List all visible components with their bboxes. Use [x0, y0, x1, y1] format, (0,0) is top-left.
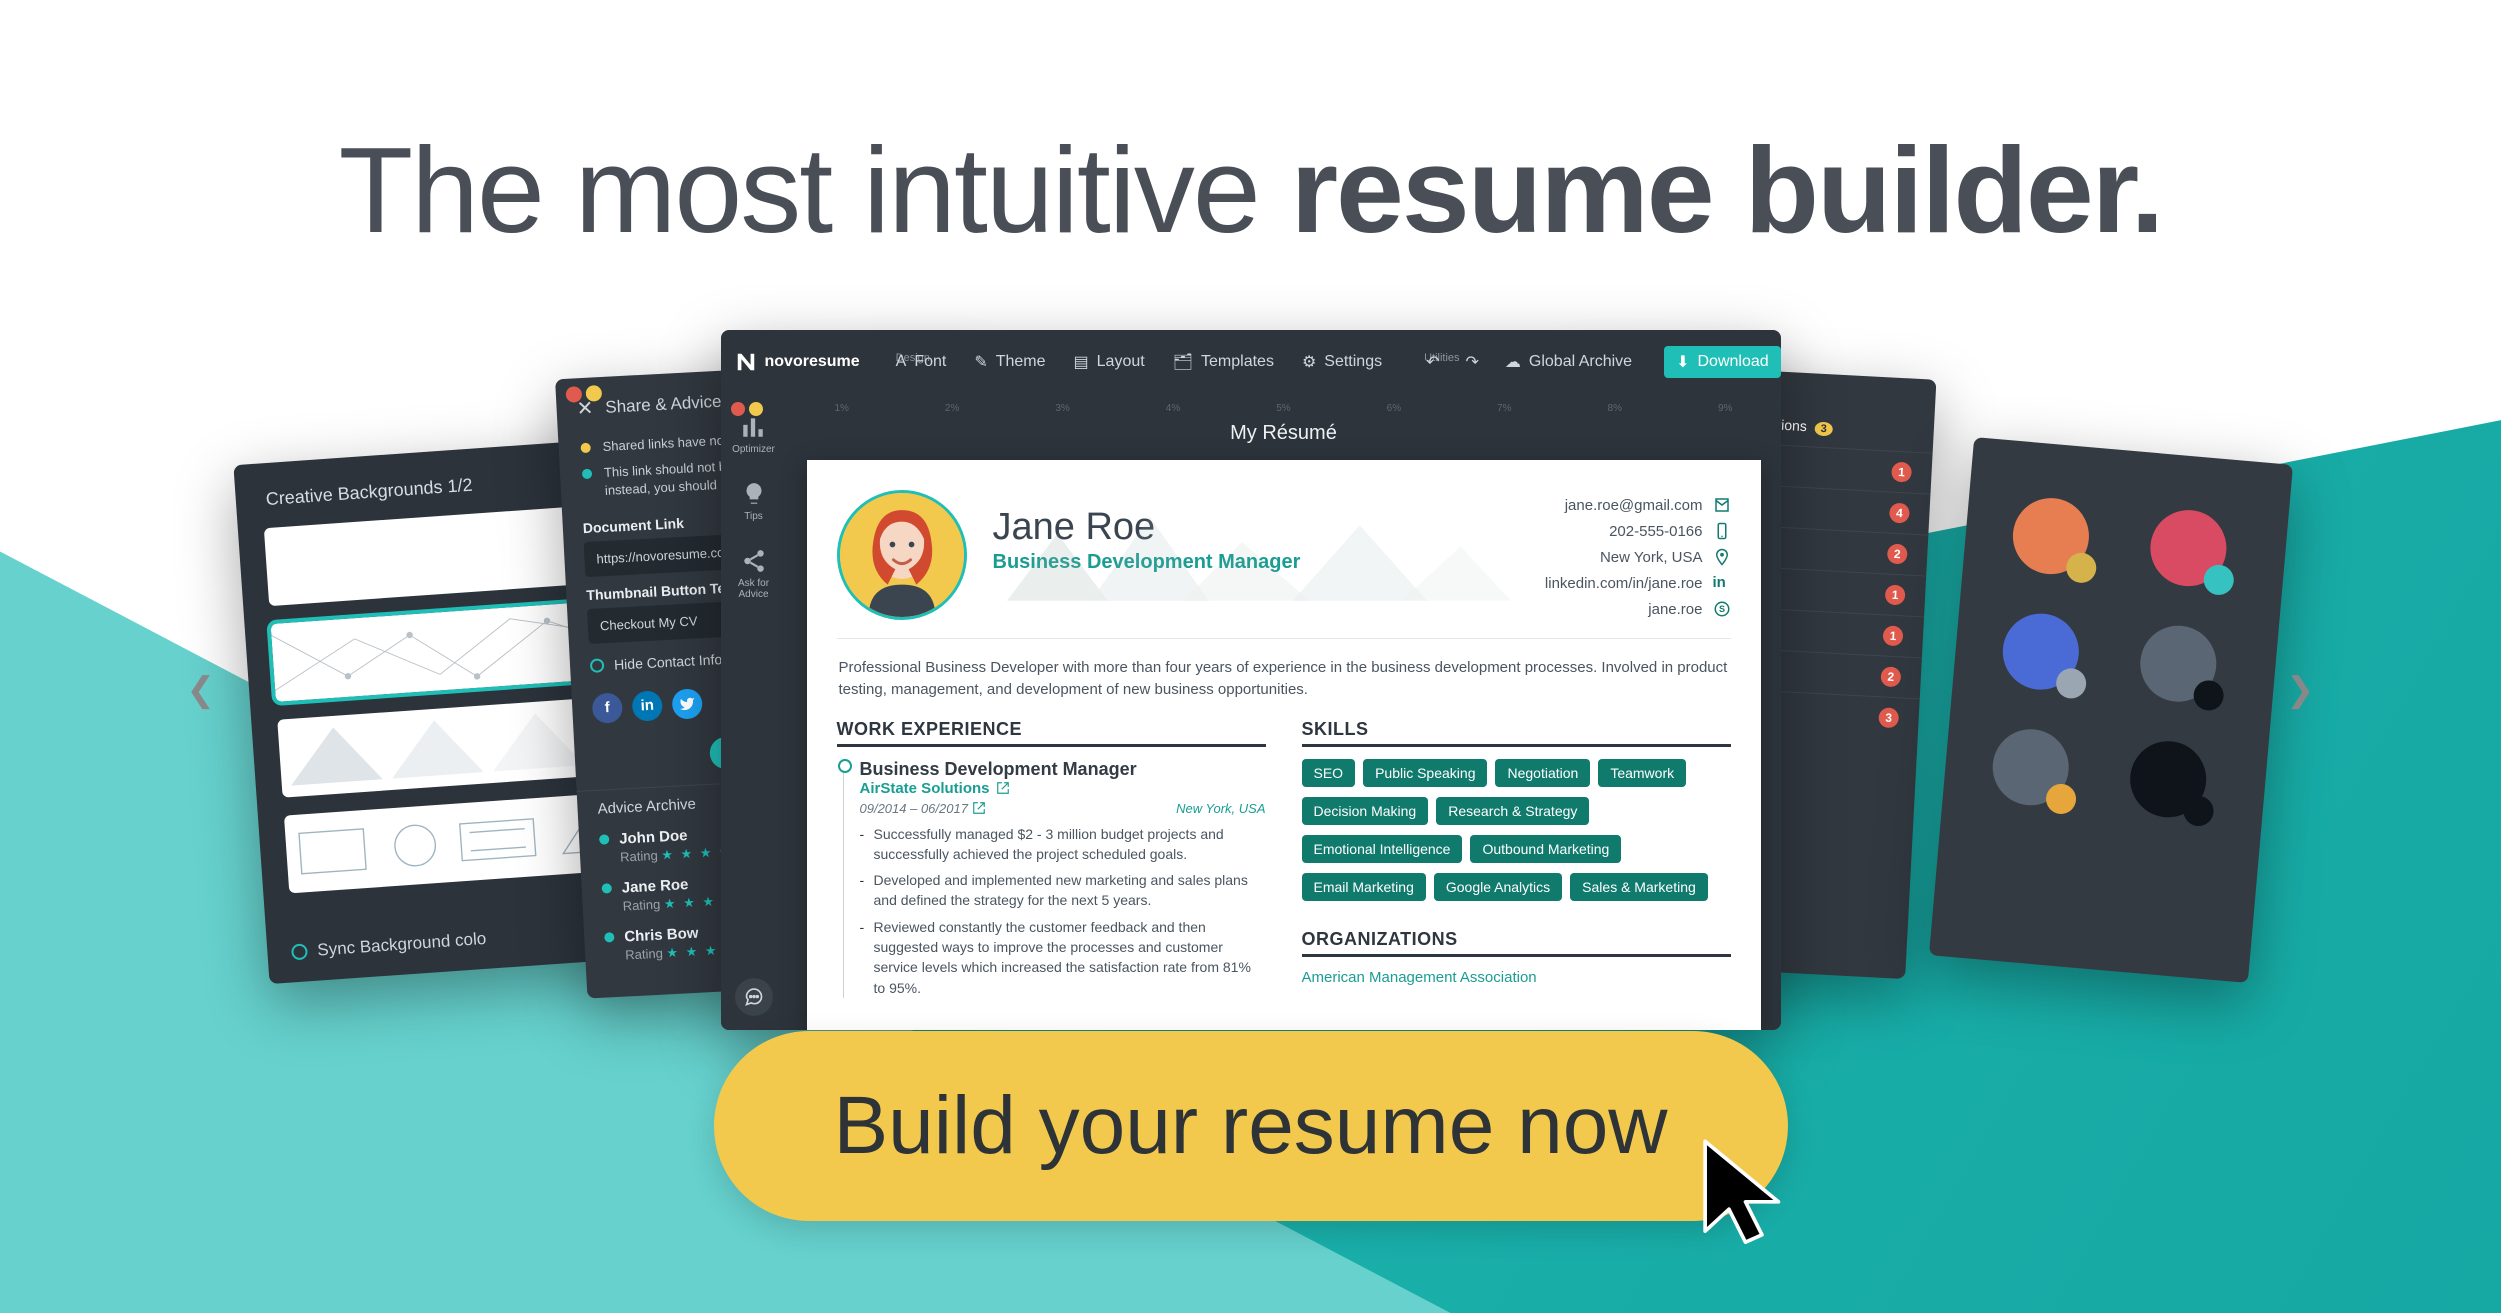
sidebar-optimizer[interactable]: Optimizer — [732, 414, 775, 455]
templates-icon: 🗂 — [1173, 352, 1193, 372]
contact-phone: 202-555-0166 — [1609, 523, 1702, 540]
linkedin-icon: in — [1713, 574, 1731, 592]
cursor-icon — [1696, 1135, 1806, 1265]
header-pattern — [1007, 500, 1511, 601]
toolbar: novoresume Design AFont ✎Theme ▤Layout 🗂… — [721, 330, 1781, 394]
bullet-1: Successfully managed $2 - 3 million budg… — [860, 824, 1266, 865]
settings-button[interactable]: ⚙Settings — [1290, 346, 1394, 378]
org-name: American Management Association — [1302, 969, 1731, 986]
templates-button[interactable]: 🗂Templates — [1161, 346, 1286, 378]
window-dots — [565, 385, 602, 403]
linkedin-icon[interactable]: in — [631, 690, 663, 722]
skill-pill[interactable]: Public Speaking — [1363, 759, 1487, 787]
job-company: AirState Solutions — [860, 780, 1266, 797]
redo-button[interactable]: ↷ — [1454, 346, 1491, 378]
undo-button[interactable]: ↶ — [1414, 346, 1451, 378]
color-swatch[interactable] — [2137, 623, 2219, 705]
contact-location: New York, USA — [1600, 549, 1703, 566]
org-heading: ORGANIZATIONS — [1302, 929, 1731, 957]
cloud-icon: ☁ — [1505, 352, 1521, 372]
download-button[interactable]: ⬇Download — [1664, 346, 1780, 378]
job-location: New York, USA — [1176, 801, 1265, 816]
carousel-prev-icon[interactable]: ❮ — [187, 670, 216, 710]
download-icon: ⬇ — [1676, 352, 1689, 372]
layout-icon: ▤ — [1074, 352, 1089, 372]
contact-email: jane.roe@gmail.com — [1565, 497, 1703, 514]
panel-main-editor: novoresume Design AFont ✎Theme ▤Layout 🗂… — [721, 330, 1781, 1030]
external-link-icon[interactable] — [972, 801, 986, 815]
bullet-2: Developed and implemented new marketing … — [860, 870, 1266, 911]
skill-pill[interactable]: Teamwork — [1598, 759, 1686, 787]
contact-handle: jane.roe — [1648, 601, 1702, 618]
facebook-icon[interactable]: f — [591, 692, 623, 724]
layout-button[interactable]: ▤Layout — [1062, 346, 1157, 378]
svg-text:S: S — [1718, 604, 1724, 614]
app-stack: ❮ ❯ Creative Backgrounds 1/2 Sync Backgr… — [231, 330, 2271, 1030]
share-icon — [741, 548, 767, 574]
twitter-icon[interactable] — [671, 688, 703, 720]
contact-linkedin: linkedin.com/in/jane.roe — [1545, 575, 1703, 592]
contacts: jane.roe@gmail.com 202-555-0166 New York… — [1545, 490, 1731, 620]
headline-bold: resume builder. — [1291, 122, 2163, 258]
resume-document[interactable]: Jane Roe Business Development Manager ja… — [807, 460, 1761, 1030]
window-dots — [731, 402, 763, 416]
sidebar-advice[interactable]: Ask for Advice — [738, 548, 769, 600]
bullet-3: Reviewed constantly the customer feedbac… — [860, 917, 1266, 998]
job-dates: 09/2014 – 06/2017 — [860, 801, 986, 816]
skill-pill[interactable]: Sales & Marketing — [1570, 873, 1708, 901]
location-icon — [1713, 548, 1731, 566]
color-swatch[interactable] — [1989, 726, 2071, 808]
external-link-icon[interactable] — [996, 781, 1010, 795]
color-swatch[interactable] — [2127, 738, 2209, 820]
font-icon: A — [896, 353, 907, 371]
document-title: My Résumé — [787, 422, 1781, 445]
skill-pill[interactable]: Negotiation — [1495, 759, 1590, 787]
bars-icon — [740, 414, 766, 440]
avatar-portrait — [840, 490, 964, 620]
skills-list: SEOPublic Speaking Negotiation Teamwork Dec… — [1302, 759, 1731, 911]
theme-button[interactable]: ✎Theme — [962, 346, 1057, 378]
global-archive-button[interactable]: ☁Global Archive — [1493, 346, 1644, 378]
color-swatch[interactable] — [1999, 610, 2081, 692]
avatar[interactable] — [837, 490, 967, 620]
lightbulb-icon — [741, 481, 767, 507]
resume-summary: Professional Business Developer with mor… — [837, 639, 1731, 719]
headline: The most intuitive resume builder. — [0, 120, 2501, 260]
radio-icon — [290, 943, 307, 960]
job-bullets: Successfully managed $2 - 3 million budg… — [860, 824, 1266, 998]
work-experience-heading: WORK EXPERIENCE — [837, 719, 1266, 747]
brush-icon: ✎ — [974, 352, 987, 372]
phone-icon — [1713, 522, 1731, 540]
radio-icon — [589, 658, 604, 673]
cta-button[interactable]: Build your resume now — [713, 1031, 1787, 1221]
sync-background[interactable]: Sync Background colo — [290, 929, 486, 963]
gear-icon: ⚙ — [1302, 352, 1316, 372]
brand-logo[interactable]: novoresume — [735, 351, 860, 373]
undo-icon: ↶ — [1426, 352, 1439, 372]
skill-pill[interactable]: Decision Making — [1302, 797, 1429, 825]
skill-pill[interactable]: Research & Strategy — [1436, 797, 1589, 825]
color-swatch[interactable] — [2147, 507, 2229, 589]
panel-color-swatches — [1928, 437, 2292, 983]
skills-heading: SKILLS — [1302, 719, 1731, 747]
share-title: Share & Advice — [604, 391, 721, 417]
headline-thin: The most intuitive — [339, 122, 1291, 258]
sidebar-tips[interactable]: Tips — [741, 481, 767, 522]
skill-pill[interactable]: Google Analytics — [1434, 873, 1562, 901]
color-swatch[interactable] — [2009, 495, 2091, 577]
job-title: Business Development Manager — [860, 759, 1266, 780]
redo-icon: ↷ — [1466, 352, 1479, 372]
mail-icon — [1713, 496, 1731, 514]
skill-pill[interactable]: Outbound Marketing — [1470, 835, 1621, 863]
chat-bubble-icon[interactable] — [735, 978, 773, 1016]
ruler: 1%2%3%4%5%6%7%8%9% — [787, 394, 1781, 416]
font-button[interactable]: AFont — [884, 346, 959, 378]
editor-sidebar: Optimizer Tips Ask for Advice — [721, 394, 787, 1030]
logo-icon — [735, 351, 757, 373]
skill-pill[interactable]: Emotional Intelligence — [1302, 835, 1463, 863]
skill-pill[interactable]: SEO — [1302, 759, 1356, 787]
skill-pill[interactable]: Email Marketing — [1302, 873, 1426, 901]
carousel-next-icon[interactable]: ❯ — [2286, 670, 2315, 710]
skype-icon: S — [1713, 600, 1731, 618]
